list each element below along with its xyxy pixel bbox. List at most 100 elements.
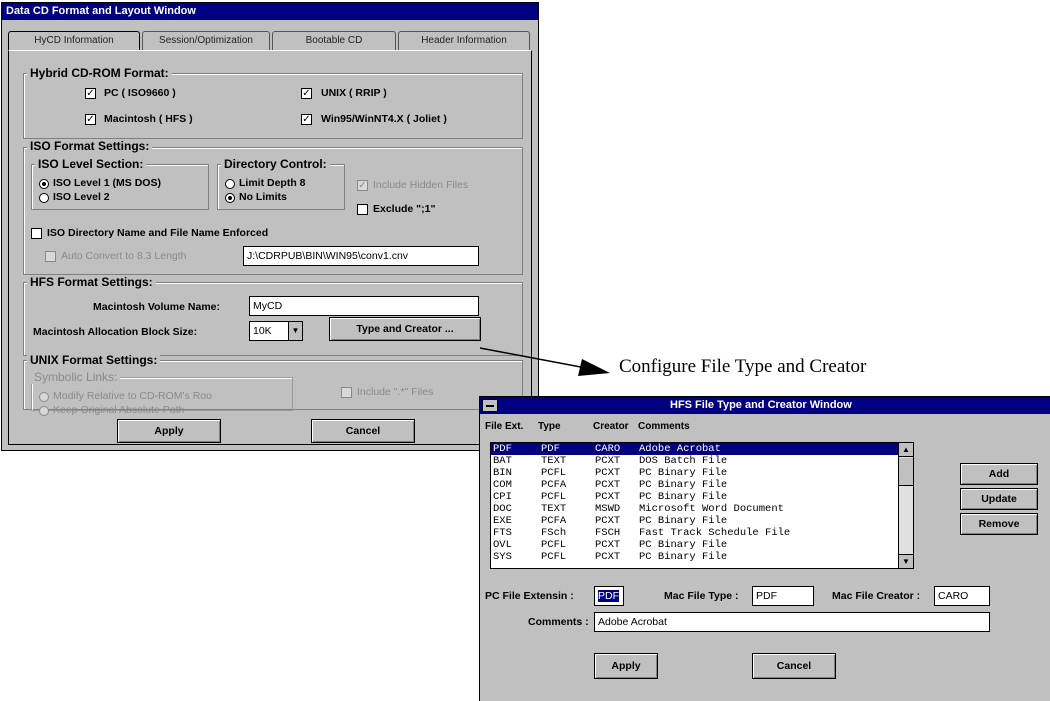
scroll-down-icon[interactable]: ▼ (899, 554, 913, 568)
block-size-select[interactable]: 10K ▼ (249, 321, 303, 341)
column-header-type: Type (538, 421, 561, 432)
row-creator: CARO (595, 443, 621, 455)
column-header-file-ext: File Ext. (485, 421, 524, 432)
scroll-up-icon[interactable]: ▲ (899, 443, 913, 457)
row-file-ext: EXE (493, 515, 512, 527)
comments-input[interactable]: Adobe Acrobat (594, 612, 990, 632)
include-hidden-label: Include Hidden Files (373, 179, 469, 191)
file-type-list[interactable]: PDF PDF CARO Adobe Acrobat BAT TEXT PCXT DOS Ba… (490, 442, 914, 569)
tab-bootable-cd[interactable]: Bootable CD (272, 31, 396, 51)
exclude-checkbox[interactable] (357, 204, 368, 215)
iso-level-title: ISO Level Section: (35, 157, 147, 171)
mac-file-type-label: Mac File Type : (664, 590, 739, 602)
conversion-file-path[interactable]: J:\CDRPUB\BIN\WIN95\conv1.cnv (243, 246, 479, 266)
list-item[interactable]: EXE PCFA PCXT PC Binary File (491, 515, 900, 527)
list-item[interactable]: BIN PCFL PCXT PC Binary File (491, 467, 900, 479)
unix-rrip-checkbox[interactable]: ✓ (301, 88, 312, 99)
system-menu-icon[interactable] (482, 399, 498, 412)
volume-name-label: Macintosh Volume Name: (93, 301, 220, 313)
no-limits-radio[interactable] (225, 193, 235, 203)
row-file-ext: COM (493, 479, 512, 491)
type-and-creator-button[interactable]: Type and Creator ... (329, 317, 481, 341)
hfs-type-creator-window: HFS File Type and Creator Window File Ex… (479, 396, 1050, 701)
pc-file-extension-input[interactable]: PDF (594, 586, 624, 606)
tab-hycd-information[interactable]: HyCD Information (8, 31, 140, 51)
list-item[interactable]: PDF PDF CARO Adobe Acrobat (491, 443, 900, 455)
row-comment: PC Binary File (639, 467, 728, 479)
row-comment: Microsoft Word Document (639, 503, 784, 515)
window2-titlebar: HFS File Type and Creator Window (480, 397, 1050, 414)
no-limits-label: No Limits (239, 191, 287, 203)
list-item[interactable]: COM PCFA PCXT PC Binary File (491, 479, 900, 491)
iso-level2-radio[interactable] (39, 193, 49, 203)
unix-rrip-label: UNIX ( RRIP ) (321, 87, 387, 99)
iso-enforced-label: ISO Directory Name and File Name Enforce… (47, 227, 269, 239)
list-item[interactable]: SYS PCFL PCXT PC Binary File (491, 551, 900, 563)
tab-panel: Hybrid CD-ROM Format: ✓ PC ( ISO9660 ) ✓… (8, 50, 532, 445)
list-scrollbar[interactable]: ▲ ▼ (898, 443, 913, 568)
tab-session-optimization[interactable]: Session/Optimization (142, 31, 270, 51)
list-item[interactable]: BAT TEXT PCXT DOS Batch File (491, 455, 900, 467)
unix-settings-title: UNIX Format Settings: (27, 353, 161, 367)
row-type: PCFL (541, 467, 567, 479)
hybrid-format-group (23, 73, 523, 139)
include-dot-files-checkbox[interactable] (341, 387, 352, 398)
row-creator: PCXT (595, 479, 621, 491)
list-item[interactable]: DOC TEXT MSWD Microsoft Word Document (491, 503, 900, 515)
iso-settings-title: ISO Format Settings: (27, 139, 153, 153)
iso-level2-label: ISO Level 2 (53, 191, 110, 203)
tab-header-information[interactable]: Header Information (398, 31, 530, 51)
pc-file-extension-label: PC File Extensin : (485, 590, 574, 602)
pc-iso9660-checkbox[interactable]: ✓ (85, 88, 96, 99)
row-comment: PC Binary File (639, 551, 728, 563)
macintosh-hfs-checkbox[interactable]: ✓ (85, 114, 96, 125)
row-creator: MSWD (595, 503, 621, 515)
dialog-cancel-button[interactable]: Cancel (752, 653, 836, 679)
keep-absolute-radio[interactable] (39, 406, 49, 416)
row-comment: Adobe Acrobat (639, 443, 721, 455)
include-hidden-checkbox[interactable]: ✓ (357, 180, 368, 191)
tab-strip: HyCD Information Session/Optimization Bo… (8, 31, 532, 51)
row-file-ext: FTS (493, 527, 512, 539)
format-layout-window: Data CD Format and Layout Window HyCD In… (1, 2, 539, 451)
row-file-ext: PDF (493, 443, 512, 455)
auto-convert-label: Auto Convert to 8.3 Length (61, 250, 187, 262)
row-type: PCFL (541, 539, 567, 551)
row-type: PCFL (541, 491, 567, 503)
cancel-button[interactable]: Cancel (311, 419, 415, 443)
row-creator: PCXT (595, 455, 621, 467)
mac-file-creator-input[interactable]: CARO (934, 586, 990, 606)
volume-name-input[interactable]: MyCD (249, 296, 479, 316)
column-header-comments: Comments (638, 421, 690, 432)
modify-relative-label: Modify Relative to CD-ROM's Roo (53, 390, 212, 402)
list-item[interactable]: OVL PCFL PCXT PC Binary File (491, 539, 900, 551)
list-item[interactable]: FTS FSch FSCH Fast Track Schedule File (491, 527, 900, 539)
window2-title: HFS File Type and Creator Window (670, 399, 852, 411)
dialog-apply-button[interactable]: Apply (594, 653, 658, 679)
row-comment: PC Binary File (639, 491, 728, 503)
modify-relative-radio[interactable] (39, 392, 49, 402)
remove-button[interactable]: Remove (960, 513, 1038, 535)
row-comment: DOS Batch File (639, 455, 728, 467)
list-item[interactable]: CPI PCFL PCXT PC Binary File (491, 491, 900, 503)
row-comment: PC Binary File (639, 539, 728, 551)
chevron-down-icon[interactable]: ▼ (288, 322, 302, 340)
row-file-ext: SYS (493, 551, 512, 563)
auto-convert-checkbox[interactable] (45, 251, 56, 262)
row-file-ext: BAT (493, 455, 512, 467)
scroll-thumb[interactable] (899, 458, 913, 486)
win-joliet-checkbox[interactable]: ✓ (301, 114, 312, 125)
limit-depth-radio[interactable] (225, 179, 235, 189)
row-comment: PC Binary File (639, 515, 728, 527)
add-button[interactable]: Add (960, 463, 1038, 485)
iso-level1-radio[interactable] (39, 179, 49, 189)
keep-absolute-label: Keep Original Absolute Path (53, 404, 185, 416)
symlinks-title: Symbolic Links: (31, 370, 121, 384)
iso-enforced-checkbox[interactable] (31, 228, 42, 239)
exclude-label: Exclude ";1" (373, 203, 436, 215)
mac-file-type-input[interactable]: PDF (752, 586, 814, 606)
apply-button[interactable]: Apply (117, 419, 221, 443)
pc-file-extension-value: PDF (598, 590, 619, 602)
update-button[interactable]: Update (960, 488, 1038, 510)
row-file-ext: BIN (493, 467, 512, 479)
